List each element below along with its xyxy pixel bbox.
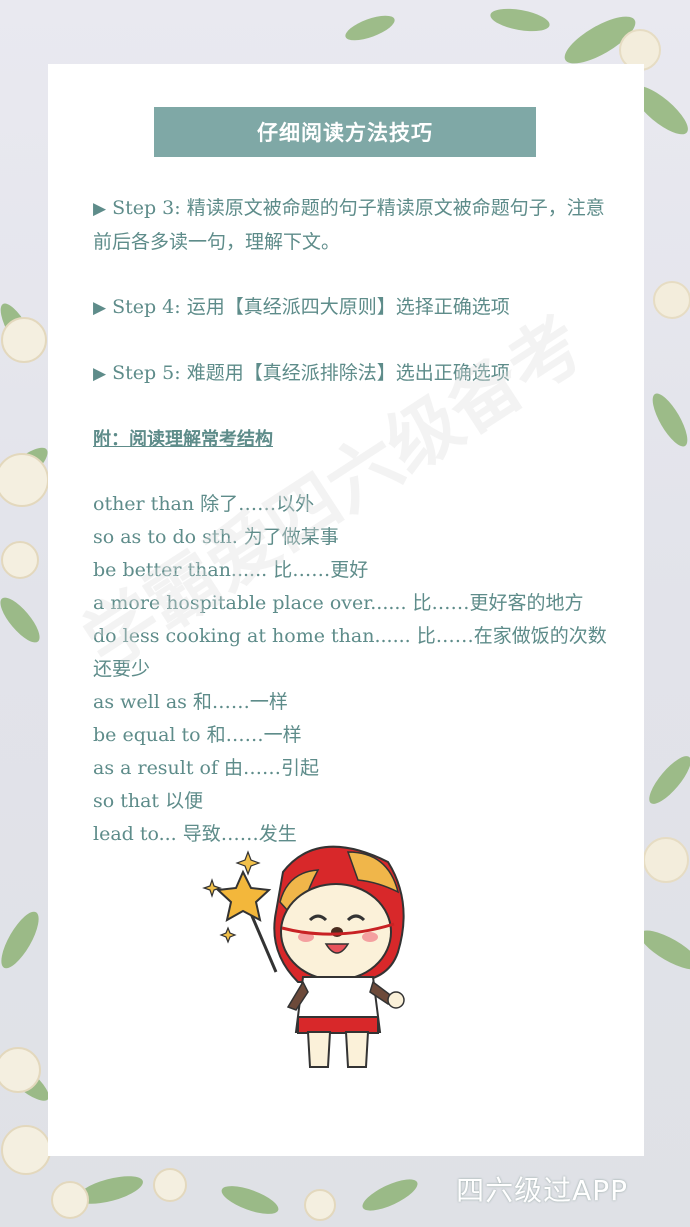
lion-mascot-icon — [202, 845, 405, 1068]
list-item: as a result of 由……引起 — [93, 757, 320, 779]
list-item: be equal to 和……一样 — [93, 724, 302, 746]
step-label: Step 3: — [112, 197, 181, 219]
play-triangle-icon: ▶ — [93, 298, 107, 318]
list-item: as well as 和……一样 — [93, 691, 288, 713]
step-text: 运用【真经派四大原则】选择正确选项 — [186, 296, 510, 318]
step-label: Step 5: — [112, 362, 181, 384]
step-3: ▶ Step 3: 精读原文被命题的句子精读原文被命题句子，注意前后各多读一句，理… — [93, 192, 613, 259]
step-label: Step 4: — [112, 296, 181, 318]
play-triangle-icon: ▶ — [93, 364, 107, 384]
list-item: so that 以便 — [93, 790, 204, 812]
app-brand: 四六级过APP — [456, 1174, 628, 1207]
page-title: 仔细阅读方法技巧 — [154, 107, 536, 157]
play-triangle-icon: ▶ — [93, 199, 107, 219]
